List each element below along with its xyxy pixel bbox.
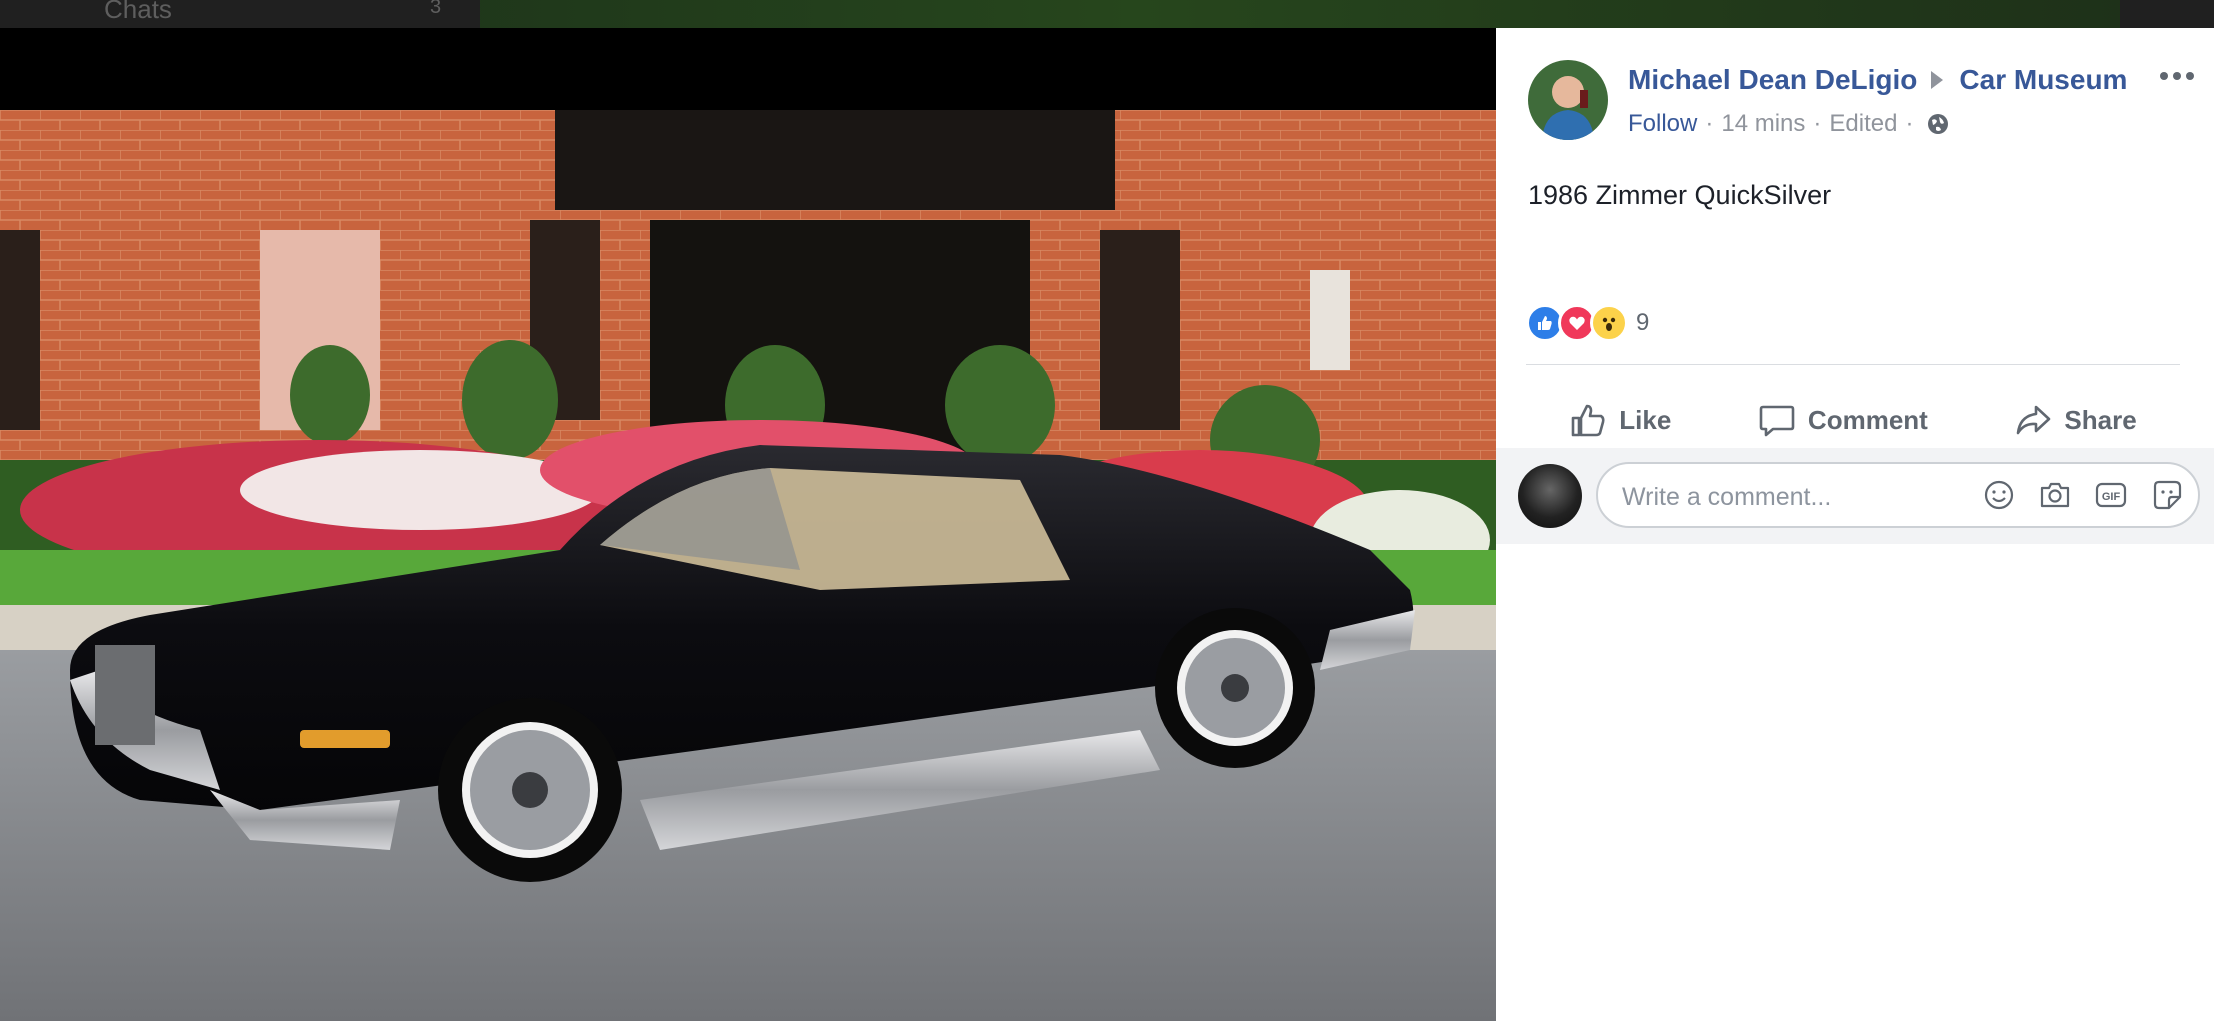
post-sidebar: Michael Dean DeLigio Car Museum Follow ·… [1496, 28, 2214, 1021]
meta-separator: · [1905, 110, 1914, 137]
edited-label[interactable]: Edited [1829, 110, 1897, 138]
composer-icons: GIF [1982, 478, 2184, 512]
sticker-icon[interactable] [2150, 478, 2184, 512]
post-timestamp[interactable]: 14 mins [1721, 110, 1805, 138]
post-photo[interactable] [0, 110, 1496, 1021]
globe-icon[interactable] [1927, 113, 1949, 135]
car-photo-illustration [0, 110, 1496, 1021]
svg-text:GIF: GIF [2102, 491, 2121, 503]
more-options-icon[interactable] [2160, 72, 2194, 80]
wow-reaction-icon [1590, 304, 1628, 342]
share-label: Share [2064, 404, 2137, 435]
comment-icon [1759, 405, 1795, 437]
like-label: Like [1619, 404, 1672, 435]
chats-count: 3 [430, 0, 442, 18]
post-actions: Like Comment Share [1526, 388, 2180, 452]
divider [1526, 364, 2180, 365]
gif-icon[interactable]: GIF [2094, 478, 2128, 512]
author-avatar[interactable] [1528, 60, 1608, 140]
thumbs-up-icon [1571, 404, 1605, 437]
comment-button[interactable]: Comment [1758, 401, 1928, 439]
comment-label: Comment [1807, 404, 1928, 435]
background-chat-bar: Chats 3 [0, 0, 2214, 28]
more-dot [2186, 72, 2194, 80]
viewer-avatar[interactable] [1518, 464, 1582, 528]
like-button[interactable]: Like [1569, 401, 1671, 439]
comment-input[interactable]: Write a comment... GIF [1596, 462, 2200, 528]
shared-to-arrow-icon [1931, 71, 1944, 89]
meta-separator: · [1813, 110, 1822, 137]
meta-separator: · [1705, 110, 1714, 137]
comment-placeholder: Write a comment... [1622, 483, 1832, 511]
more-dot [2173, 72, 2181, 80]
author-avatar-image [1528, 60, 1608, 140]
more-dot [2160, 72, 2168, 80]
emoji-icon[interactable] [1982, 478, 2016, 512]
share-icon [2017, 405, 2051, 435]
background-media [480, 0, 2120, 28]
post-header: Michael Dean DeLigio Car Museum [1628, 64, 2127, 96]
group-name-link[interactable]: Car Museum [1959, 64, 2127, 96]
camera-icon[interactable] [2038, 478, 2072, 512]
chats-label: Chats [104, 0, 172, 24]
comment-composer: Write a comment... GIF [1496, 448, 2214, 544]
reaction-count[interactable]: 9 [1636, 309, 1649, 337]
author-name-link[interactable]: Michael Dean DeLigio [1628, 64, 1917, 96]
photo-viewer[interactable] [0, 28, 1496, 1021]
post-meta: Follow · 14 mins · Edited · [1628, 110, 1949, 138]
share-button[interactable]: Share [2014, 401, 2137, 439]
post-text: 1986 Zimmer QuickSilver [1528, 180, 1832, 210]
follow-link[interactable]: Follow [1628, 110, 1697, 138]
reactions-summary[interactable]: 9 [1526, 304, 1649, 342]
